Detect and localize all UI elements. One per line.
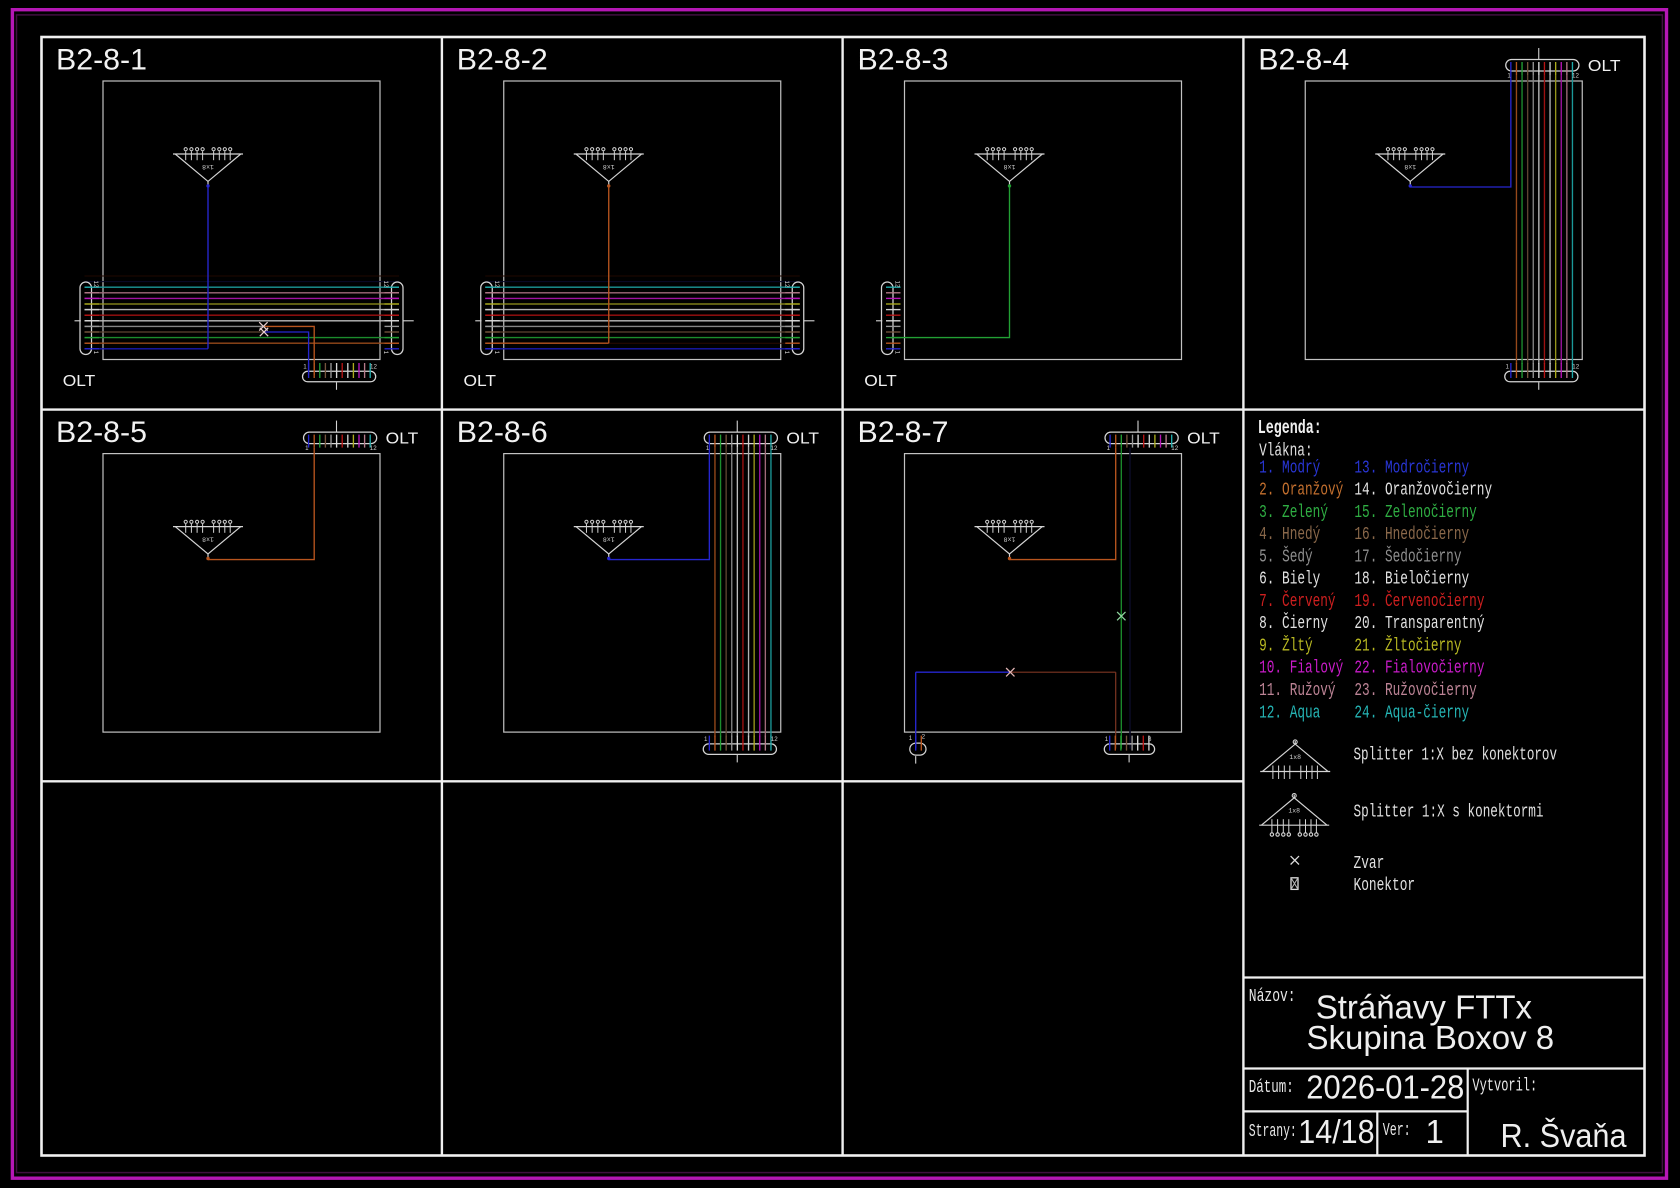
svg-text:Strany:: Strany: (1249, 1122, 1297, 1142)
svg-text:B2-8-2: B2-8-2 (457, 44, 548, 77)
svg-text:24. Aqua-čierny: 24. Aqua-čierny (1354, 703, 1469, 723)
svg-text:10. Fialový: 10. Fialový (1259, 659, 1343, 679)
svg-text:B2-8-6: B2-8-6 (457, 416, 548, 449)
svg-text:12: 12 (370, 445, 377, 452)
svg-text:1: 1 (1426, 1113, 1444, 1150)
svg-text:1. Modrý: 1. Modrý (1259, 458, 1320, 478)
svg-text:1x8: 1x8 (603, 163, 615, 170)
svg-text:14/18: 14/18 (1298, 1113, 1374, 1150)
svg-text:15. Zelenočierny: 15. Zelenočierny (1354, 503, 1477, 523)
svg-text:B2-8-7: B2-8-7 (858, 416, 949, 449)
svg-text:1: 1 (783, 351, 790, 355)
svg-text:12. Aqua: 12. Aqua (1259, 703, 1320, 723)
svg-text:12: 12 (382, 281, 389, 288)
svg-text:1x8: 1x8 (1004, 536, 1016, 543)
svg-text:17. Šedočierny: 17. Šedočierny (1354, 545, 1461, 567)
svg-text:Splitter 1:X s konektormi: Splitter 1:X s konektormi (1354, 802, 1544, 822)
svg-text:2: 2 (922, 734, 926, 741)
svg-text:2026-01-28: 2026-01-28 (1306, 1069, 1464, 1106)
svg-text:Legenda:: Legenda: (1258, 417, 1322, 439)
svg-text:OLT: OLT (864, 373, 897, 390)
svg-text:1: 1 (303, 363, 307, 370)
svg-text:6. Biely: 6. Biely (1259, 570, 1320, 590)
svg-text:14. Oranžovočierny: 14. Oranžovočierny (1354, 481, 1492, 501)
svg-text:B2-8-4: B2-8-4 (1258, 44, 1349, 77)
svg-text:21. Žltočierny: 21. Žltočierny (1354, 635, 1461, 657)
svg-text:1: 1 (493, 351, 500, 355)
svg-text:Konektor: Konektor (1354, 876, 1416, 896)
svg-text:R. Švaňa: R. Švaňa (1501, 1117, 1628, 1154)
svg-text:4. Hnedý: 4. Hnedý (1259, 525, 1320, 545)
svg-text:Vytvoril:: Vytvoril: (1472, 1077, 1537, 1097)
svg-text:Názov:: Názov: (1249, 987, 1296, 1007)
svg-text:8: 8 (1148, 736, 1152, 743)
svg-text:12: 12 (92, 281, 99, 288)
svg-text:13. Modročierny: 13. Modročierny (1354, 458, 1469, 478)
svg-text:23. Ružovočierny: 23. Ružovočierny (1354, 681, 1477, 701)
svg-text:Dátum:: Dátum: (1249, 1078, 1294, 1098)
svg-text:1: 1 (1105, 736, 1109, 743)
svg-text:18. Bieločierny: 18. Bieločierny (1354, 570, 1469, 590)
svg-text:1: 1 (1506, 363, 1510, 370)
svg-text:1x8: 1x8 (1289, 754, 1301, 761)
svg-text:1: 1 (704, 736, 708, 743)
svg-text:1: 1 (92, 351, 99, 355)
svg-text:12: 12 (493, 281, 500, 288)
svg-text:OLT: OLT (1187, 430, 1220, 447)
svg-text:16. Hnedočierny: 16. Hnedočierny (1354, 525, 1469, 545)
svg-text:Zvar: Zvar (1354, 854, 1385, 874)
svg-text:20. Transparentný: 20. Transparentný (1354, 614, 1484, 634)
svg-text:OLT: OLT (386, 430, 419, 447)
svg-text:Splitter 1:X bez konektorov: Splitter 1:X bez konektorov (1354, 746, 1558, 766)
svg-text:5. Šedý: 5. Šedý (1259, 545, 1313, 567)
svg-text:7. Červený: 7. Červený (1259, 590, 1336, 612)
svg-text:2. Oranžový: 2. Oranžový (1259, 481, 1343, 501)
svg-text:12: 12 (1572, 73, 1579, 80)
svg-text:1x8: 1x8 (1288, 808, 1300, 815)
svg-text:1x8: 1x8 (202, 536, 214, 543)
svg-text:1: 1 (1507, 73, 1511, 80)
svg-text:B2-8-3: B2-8-3 (858, 44, 949, 77)
svg-text:1x8: 1x8 (603, 536, 615, 543)
svg-text:12: 12 (1572, 363, 1579, 370)
svg-text:22. Fialovočierny: 22. Fialovočierny (1354, 659, 1484, 679)
svg-text:1x8: 1x8 (1404, 163, 1416, 170)
svg-text:1: 1 (1107, 445, 1111, 452)
svg-text:3. Zelený: 3. Zelený (1259, 503, 1328, 523)
svg-text:12: 12 (370, 363, 377, 370)
svg-text:1x8: 1x8 (1004, 163, 1016, 170)
svg-text:Skupina Boxov 8: Skupina Boxov 8 (1307, 1019, 1555, 1056)
svg-text:B2-8-5: B2-8-5 (56, 416, 147, 449)
svg-text:OLT: OLT (464, 373, 497, 390)
svg-text:12: 12 (771, 736, 778, 743)
svg-text:OLT: OLT (786, 430, 819, 447)
svg-text:1: 1 (706, 445, 710, 452)
svg-text:B2-8-1: B2-8-1 (56, 44, 147, 77)
svg-text:9. Žltý: 9. Žltý (1259, 635, 1313, 657)
svg-text:12: 12 (771, 445, 778, 452)
svg-text:1: 1 (909, 735, 913, 742)
svg-text:12: 12 (894, 281, 901, 288)
svg-text:1x8: 1x8 (202, 163, 214, 170)
svg-text:12: 12 (783, 281, 790, 288)
svg-text:OLT: OLT (1588, 58, 1621, 75)
svg-text:Ver:: Ver: (1383, 1121, 1411, 1141)
svg-text:1: 1 (894, 351, 901, 355)
svg-text:OLT: OLT (63, 373, 96, 390)
svg-text:8. Čierny: 8. Čierny (1259, 612, 1328, 634)
svg-text:1: 1 (382, 351, 389, 355)
svg-text:19. Červenočierny: 19. Červenočierny (1354, 590, 1484, 612)
svg-text:11. Ružový: 11. Ružový (1259, 681, 1336, 701)
svg-text:1: 1 (305, 445, 309, 452)
svg-text:12: 12 (1171, 445, 1178, 452)
